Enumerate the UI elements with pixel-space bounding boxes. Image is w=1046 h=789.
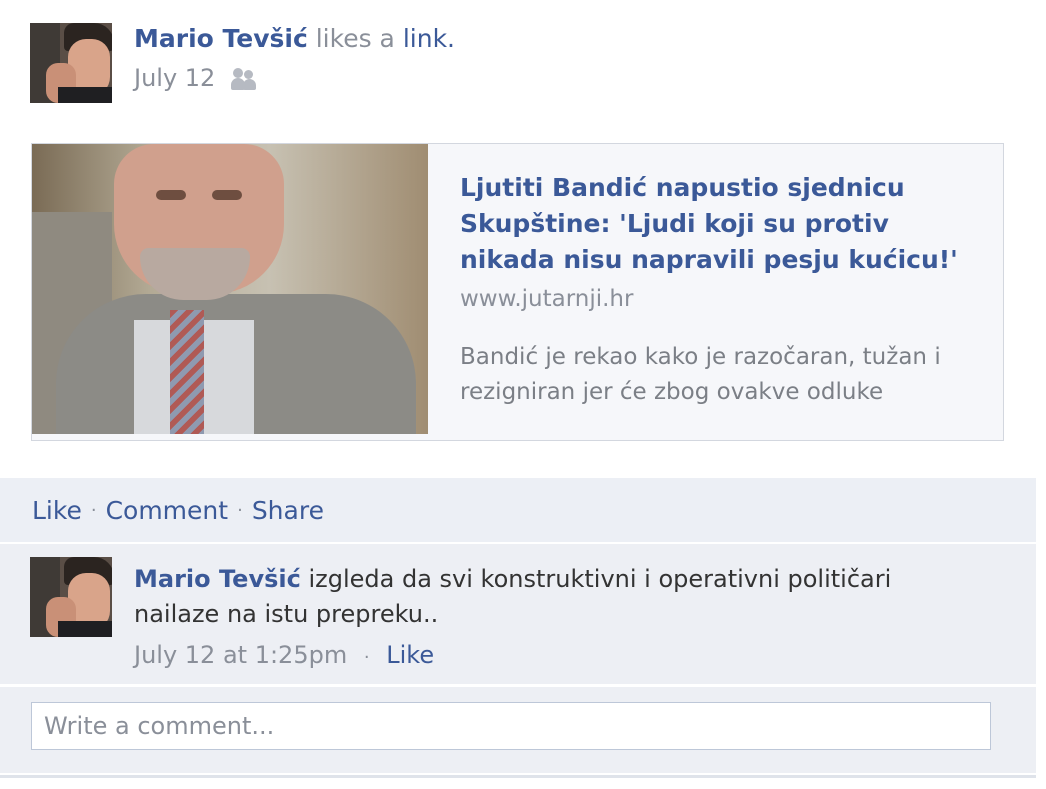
like-link[interactable]: Like bbox=[32, 496, 82, 525]
author-avatar[interactable] bbox=[30, 23, 112, 103]
comment-link[interactable]: Comment bbox=[106, 496, 229, 525]
story-author-link[interactable]: Mario Tevšić bbox=[134, 24, 308, 53]
story-object-link[interactable]: link. bbox=[403, 24, 455, 53]
comment-timestamp[interactable]: July 12 at 1:25pm bbox=[134, 641, 347, 669]
shared-link-card[interactable]: Ljutiti Bandić napustio sjednicu Skupšti… bbox=[31, 143, 1004, 441]
shared-link-domain: www.jutarnji.hr bbox=[460, 286, 634, 312]
action-separator: · bbox=[90, 500, 97, 521]
share-link[interactable]: Share bbox=[252, 496, 324, 525]
comment-item: Mario Tevšić izgleda da svi konstruktivn… bbox=[0, 544, 1036, 687]
avatar-shirt bbox=[58, 621, 112, 637]
comment-meta-separator: · bbox=[363, 647, 370, 668]
comment-body: Mario Tevšić izgleda da svi konstruktivn… bbox=[134, 562, 954, 675]
shared-link-summary: Bandić je rekao kako je razočaran, tužan… bbox=[460, 344, 941, 405]
shared-link-title[interactable]: Ljutiti Bandić napustio sjednicu Skupšti… bbox=[460, 170, 980, 278]
story-divider bbox=[0, 775, 1036, 778]
story-actions: Like · Comment · Share bbox=[32, 496, 324, 525]
avatar-shirt bbox=[58, 87, 112, 103]
story-headline: Mario Tevšić likes a link. bbox=[134, 24, 455, 53]
story-action: likes a bbox=[307, 24, 403, 53]
story-date[interactable]: July 12 bbox=[134, 64, 215, 92]
friends-audience-icon[interactable] bbox=[231, 66, 261, 90]
story-actions-bar: Like · Comment · Share bbox=[0, 478, 1036, 544]
shared-link-text: Ljutiti Bandić napustio sjednicu Skupšti… bbox=[460, 170, 980, 410]
comment-composer bbox=[0, 687, 1036, 773]
comment-meta: July 12 at 1:25pm · Like bbox=[134, 638, 954, 675]
comment-author-link[interactable]: Mario Tevšić bbox=[134, 565, 301, 593]
comment-like-link[interactable]: Like bbox=[386, 641, 434, 669]
story-meta: July 12 bbox=[134, 64, 261, 92]
comment-input[interactable] bbox=[31, 702, 991, 750]
action-separator: · bbox=[237, 500, 243, 521]
shared-link-thumbnail[interactable] bbox=[32, 144, 428, 434]
comment-author-avatar[interactable] bbox=[30, 557, 112, 637]
